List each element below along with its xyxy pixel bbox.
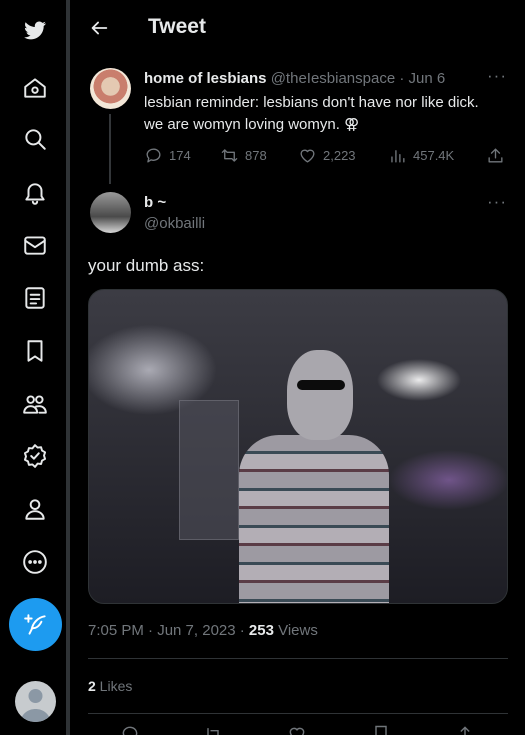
retweet-icon [221,149,238,162]
author-display-name[interactable]: b ~ [144,194,166,211]
views-count: 457.4K [413,148,455,163]
tweet-metadata: 7:05 PM · Jun 7, 2023 · 253 Views [88,622,318,639]
divider [88,658,508,659]
notifications-icon[interactable] [17,175,53,211]
bookmarks-icon[interactable] [17,333,53,369]
likes-count: 2 [88,678,96,694]
tweet-media-image[interactable] [88,289,508,604]
share-icon [488,148,503,163]
compose-icon [23,613,46,635]
page-header: Tweet [70,0,525,56]
heart-icon [300,149,315,163]
reply-icon[interactable] [120,724,140,735]
reply-button[interactable]: 174 [144,146,191,165]
author-handle[interactable]: @okbailli [144,215,205,232]
bookmark-icon[interactable] [371,724,391,735]
parent-tweet-text: lesbian reminder: lesbians don't have no… [144,92,514,136]
parent-tweet-header: home of lesbians @theIesbianspace · Jun … [144,70,445,87]
media-person-sunglasses [297,380,345,390]
tweet-views-label: Views [273,622,318,639]
share-icon[interactable] [455,724,475,735]
heart-icon[interactable] [287,724,307,735]
analytics-icon [391,150,405,163]
media-person [239,350,389,603]
thread-connector [109,114,111,184]
communities-icon[interactable] [17,386,53,422]
compose-button[interactable] [9,598,62,651]
tweet-more-button[interactable]: ··· [487,192,507,212]
twitter-logo-icon[interactable] [17,12,53,48]
arrow-left-icon [91,21,108,35]
parent-tweet-actions: 174 878 2,223 457.4K [144,146,514,168]
back-button[interactable] [88,14,112,42]
more-icon[interactable] [17,544,53,580]
parent-author-avatar[interactable] [90,68,131,109]
parent-separator: · [399,70,405,87]
share-button[interactable] [486,146,505,165]
parent-date[interactable]: Jun 6 [409,70,446,87]
parent-text-line-2: we are womyn loving womyn. ⚢ [144,116,360,133]
like-count: 2,223 [323,148,356,163]
divider [88,713,508,714]
lists-icon[interactable] [17,280,53,316]
reply-count: 174 [169,148,191,163]
author-avatar[interactable] [90,192,131,233]
like-button[interactable]: 2,223 [298,146,356,165]
parent-text-line-1: lesbian reminder: lesbians don't have no… [144,94,479,111]
main-column: Tweet home of lesbians @theIesbianspace … [70,0,525,735]
tweet-timestamp[interactable]: 7:05 PM · Jun 7, 2023 · [88,622,249,639]
parent-display-name[interactable]: home of lesbians [144,70,267,87]
sidebar [0,0,70,735]
account-avatar[interactable] [15,681,56,722]
likes-label: Likes [95,678,133,694]
retweet-button[interactable]: 878 [220,146,267,165]
views-button[interactable]: 457.4K [388,146,454,165]
messages-icon[interactable] [17,227,53,263]
media-person-head [287,350,353,440]
media-background-shape [179,400,239,540]
likes-summary[interactable]: 2 Likes [88,678,132,694]
home-icon[interactable] [17,70,53,106]
page-title: Tweet [148,15,206,38]
verified-icon[interactable] [17,438,53,474]
tweet-text: your dumb ass: [88,256,205,275]
tweet-action-bar [70,724,525,735]
tweet-views-count: 253 [248,622,274,639]
parent-handle[interactable]: @theIesbianspace [271,70,395,87]
media-person-shirt [239,435,389,603]
retweet-icon[interactable] [203,724,223,735]
explore-icon[interactable] [17,121,53,157]
profile-icon[interactable] [17,491,53,527]
reply-icon [146,148,161,163]
retweet-count: 878 [245,148,267,163]
parent-more-button[interactable]: ··· [487,66,507,86]
